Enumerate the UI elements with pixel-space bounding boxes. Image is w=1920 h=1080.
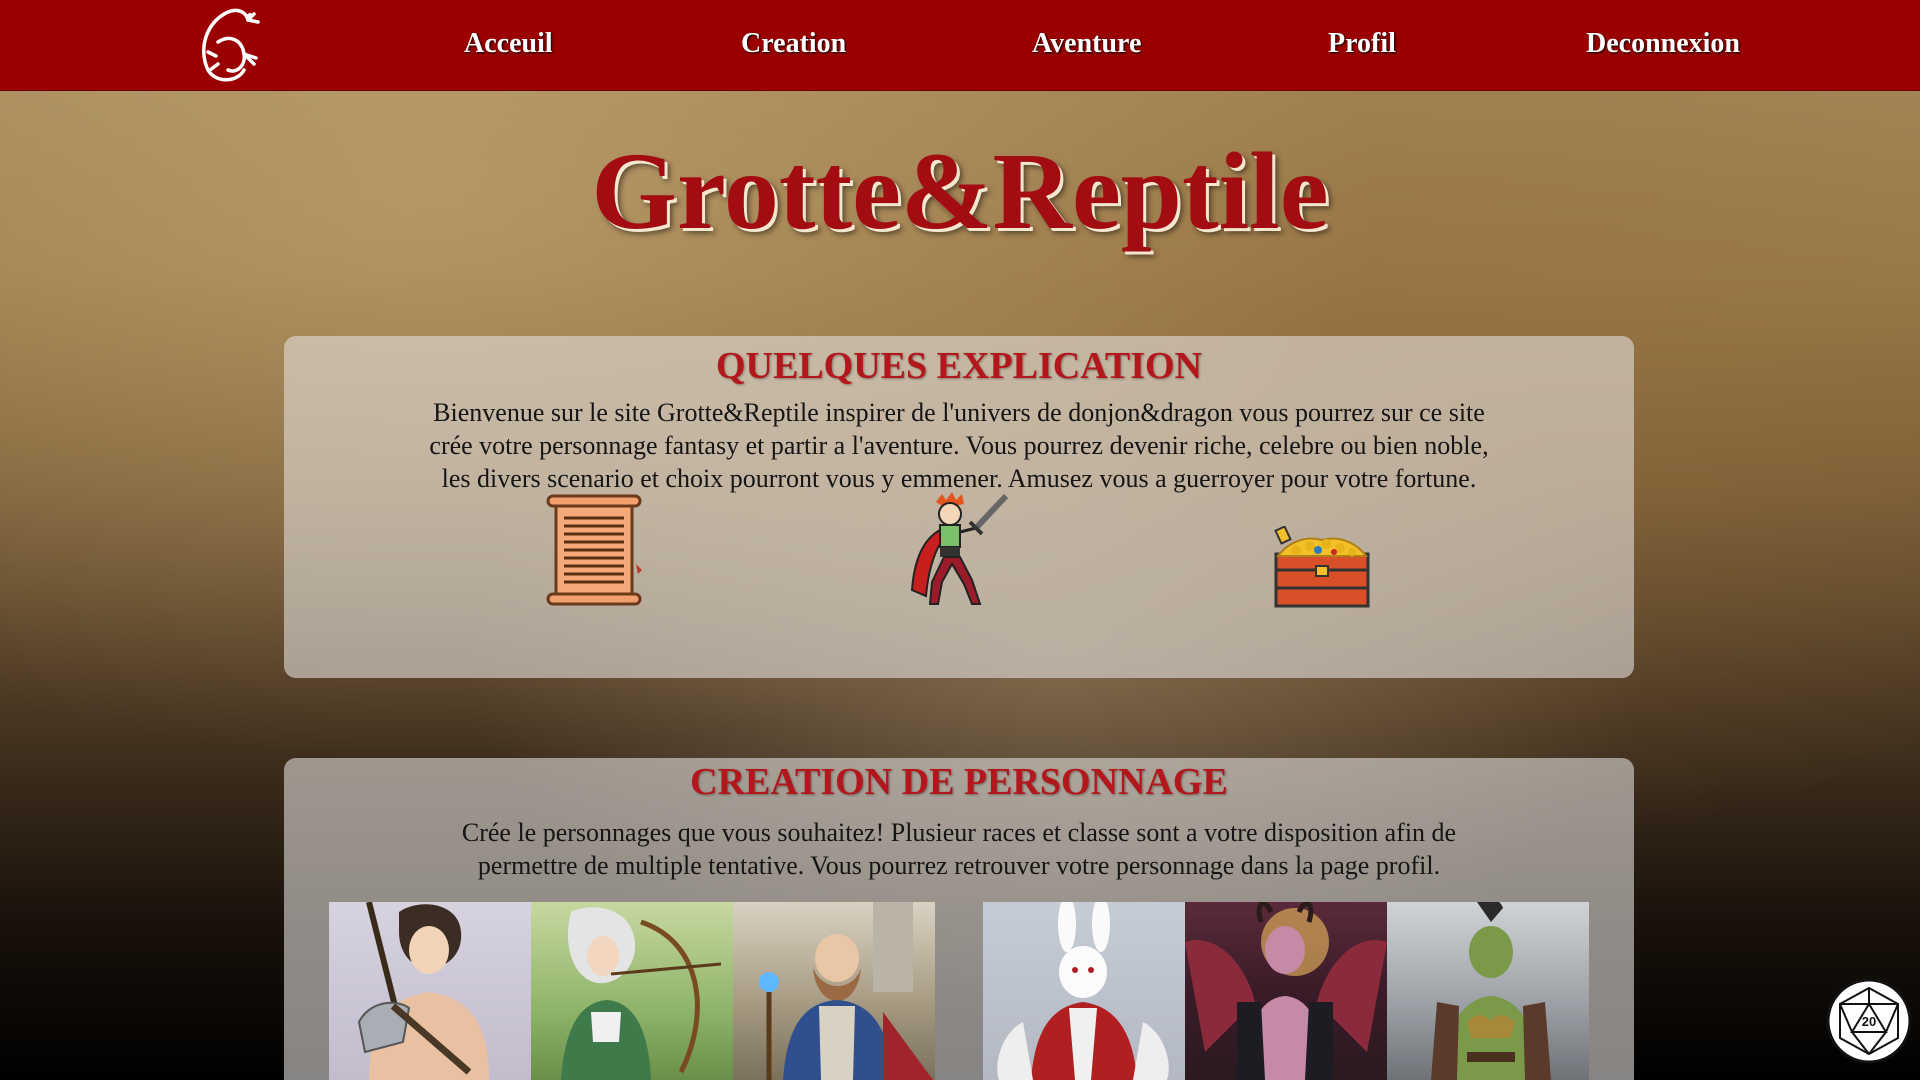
navbar: Acceuil Creation Aventure Profil Deconne… — [0, 0, 1920, 91]
treasure-chest-icon — [1274, 526, 1370, 608]
scroll-icon — [546, 494, 642, 606]
creation-title: CREATION DE PERSONNAGE — [690, 761, 1228, 803]
site-title: Grotte&Reptile — [591, 130, 1329, 252]
nav-link-profil[interactable]: Profil — [1328, 28, 1396, 60]
explanation-title: QUELQUES EXPLICATION — [715, 345, 1202, 387]
lizard-logo-icon[interactable] — [188, 4, 274, 86]
explanation-text: Bienvenue sur le site Grotte&Reptile ins… — [429, 398, 1489, 493]
nav-link-aventure[interactable]: Aventure — [1032, 28, 1141, 60]
rabbit-noble-portrait — [983, 902, 1185, 1080]
elf-archer-portrait — [531, 902, 733, 1080]
nav-link-creation[interactable]: Creation — [741, 28, 846, 60]
explanation-card: QUELQUES EXPLICATION Bienvenue sur le si… — [284, 336, 1634, 678]
demon-portrait — [1185, 902, 1387, 1080]
dwarf-mage-portrait — [733, 902, 935, 1080]
warrior-portrait — [329, 902, 531, 1080]
creation-text: Crée le personnages que vous souhaitez! … — [461, 818, 1457, 880]
d20-dice-icon[interactable]: 20 — [1826, 978, 1912, 1064]
svg-text:20: 20 — [1862, 1014, 1876, 1029]
orc-portrait — [1387, 902, 1589, 1080]
warrior-icon — [910, 492, 1009, 605]
nav-link-acceuil[interactable]: Acceuil — [464, 28, 553, 60]
nav-link-deconnexion[interactable]: Deconnexion — [1586, 28, 1740, 60]
